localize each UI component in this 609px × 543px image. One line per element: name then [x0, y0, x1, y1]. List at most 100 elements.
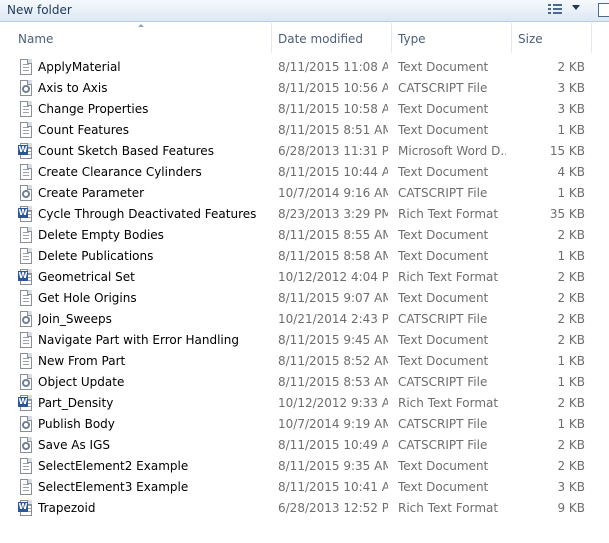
- column-header-name[interactable]: Name: [0, 23, 272, 53]
- preview-pane-icon[interactable]: [598, 3, 609, 17]
- column-header-size[interactable]: Size: [512, 23, 592, 53]
- file-row[interactable]: Publish Body 10/7/2014 9:19 AM CATSCRIPT F…: [0, 414, 609, 435]
- file-row[interactable]: Join_Sweeps 10/21/2014 2:43 PM CATSCRIPT F…: [0, 309, 609, 330]
- file-row[interactable]: Delete Empty Bodies 8/11/2015 8:55 AM Text…: [0, 225, 609, 246]
- file-type: Microsoft Word D...: [398, 144, 506, 158]
- file-type: Text Document: [398, 333, 489, 347]
- file-type: Rich Text Format: [398, 501, 499, 515]
- file-type: Text Document: [398, 102, 489, 116]
- file-name: Navigate Part with Error Handling: [38, 333, 239, 347]
- file-type: CATSCRIPT File: [398, 417, 488, 431]
- file-row[interactable]: Navigate Part with Error Handling 8/11/20…: [0, 330, 609, 351]
- file-row[interactable]: W Count Sketch Based Features 6/28/2013 11…: [0, 141, 609, 162]
- file-name: Axis to Axis: [38, 81, 108, 95]
- file-date-modified: 8/11/2015 10:41 AM: [278, 480, 388, 494]
- file-size: 15 KB: [549, 144, 585, 158]
- file-size: 4 KB: [557, 165, 585, 179]
- text-file-icon: [19, 479, 33, 496]
- file-size: 2 KB: [557, 228, 585, 242]
- file-size: 1 KB: [557, 249, 585, 263]
- file-name: Part_Density: [38, 396, 114, 410]
- file-size: 2 KB: [557, 60, 585, 74]
- file-type: CATSCRIPT File: [398, 375, 488, 389]
- file-date-modified: 8/23/2013 3:29 PM: [278, 207, 388, 221]
- file-date-modified: 6/28/2013 11:31 PM: [278, 144, 388, 158]
- file-row[interactable]: Create Parameter 10/7/2014 9:16 AM CATSCRI…: [0, 183, 609, 204]
- text-file-icon: [19, 353, 33, 370]
- text-file-icon: [19, 332, 33, 349]
- file-size: 1 KB: [557, 417, 585, 431]
- file-date-modified: 8/11/2015 10:58 AM: [278, 102, 388, 116]
- file-type: CATSCRIPT File: [398, 438, 488, 452]
- file-type: CATSCRIPT File: [398, 312, 488, 326]
- file-row[interactable]: W Trapezoid 6/28/2013 12:52 PM Rich Text Fo…: [0, 498, 609, 519]
- file-row[interactable]: New From Part 8/11/2015 8:52 AM Text Docum…: [0, 351, 609, 372]
- file-name: ApplyMaterial: [38, 60, 121, 74]
- file-date-modified: 6/28/2013 12:52 PM: [278, 501, 388, 515]
- file-name: Join_Sweeps: [38, 312, 112, 326]
- file-row[interactable]: Create Clearance Cylinders 8/11/2015 10:4…: [0, 162, 609, 183]
- file-date-modified: 8/11/2015 8:52 AM: [278, 354, 388, 368]
- script-file-icon: [19, 416, 33, 433]
- file-name: Delete Empty Bodies: [38, 228, 164, 242]
- file-type: Rich Text Format: [398, 396, 499, 410]
- file-name: SelectElement2 Example: [38, 459, 189, 473]
- word-document-icon: W: [18, 395, 33, 412]
- file-row[interactable]: Change Properties 8/11/2015 10:58 AM Text …: [0, 99, 609, 120]
- file-row[interactable]: Object Update 8/11/2015 8:53 AM CATSCRIPT …: [0, 372, 609, 393]
- text-file-icon: [19, 248, 33, 265]
- file-row[interactable]: Count Features 8/11/2015 8:51 AM Text Docu…: [0, 120, 609, 141]
- file-row[interactable]: Axis to Axis 8/11/2015 10:56 AM CATSCRIPT …: [0, 78, 609, 99]
- file-name: Cycle Through Deactivated Features: [38, 207, 257, 221]
- word-badge-icon: W: [18, 502, 28, 512]
- file-name: Count Features: [38, 123, 130, 137]
- file-row[interactable]: W Cycle Through Deactivated Features 8/23/…: [0, 204, 609, 225]
- file-size: 3 KB: [557, 102, 585, 116]
- column-header-row: Name Date modified Type Size: [0, 23, 609, 53]
- file-row[interactable]: ApplyMaterial 8/11/2015 11:08 AM Text Docu…: [0, 57, 609, 78]
- text-file-icon: [19, 101, 33, 118]
- file-type: Text Document: [398, 123, 489, 137]
- file-name: SelectElement3 Example: [38, 480, 189, 494]
- file-name: Delete Publications: [38, 249, 154, 263]
- file-name: Publish Body: [38, 417, 115, 431]
- script-file-icon: [19, 185, 33, 202]
- view-details-icon[interactable]: [546, 3, 566, 17]
- file-name: Trapezoid: [38, 501, 96, 515]
- file-size: 3 KB: [557, 81, 585, 95]
- file-size: 3 KB: [557, 480, 585, 494]
- column-header-type[interactable]: Type: [392, 23, 512, 53]
- file-name: New From Part: [38, 354, 126, 368]
- file-type: Text Document: [398, 354, 489, 368]
- file-name: Create Parameter: [38, 186, 145, 200]
- file-date-modified: 8/11/2015 8:55 AM: [278, 228, 388, 242]
- chevron-down-icon[interactable]: [572, 5, 580, 10]
- file-row[interactable]: W Geometrical Set 10/12/2012 4:04 PM Rich T…: [0, 267, 609, 288]
- sort-ascending-icon: [138, 24, 144, 27]
- new-folder-button[interactable]: New folder: [7, 3, 72, 17]
- file-row[interactable]: SelectElement2 Example 8/11/2015 9:35 AM T…: [0, 456, 609, 477]
- script-file-icon: [19, 437, 33, 454]
- file-row[interactable]: Save As IGS 8/11/2015 10:49 AM CATSCRIPT F…: [0, 435, 609, 456]
- file-date-modified: 10/12/2012 4:04 PM: [278, 270, 388, 284]
- column-header-date[interactable]: Date modified: [272, 23, 392, 53]
- script-file-icon: [19, 311, 33, 328]
- file-size: 1 KB: [557, 375, 585, 389]
- file-size: 1 KB: [557, 186, 585, 200]
- file-type: Text Document: [398, 60, 489, 74]
- file-row[interactable]: W Part_Density 10/12/2012 9:33 AM Rich Text…: [0, 393, 609, 414]
- file-row[interactable]: Delete Publications 8/11/2015 8:58 AM Text…: [0, 246, 609, 267]
- file-size: 2 KB: [557, 312, 585, 326]
- file-row[interactable]: SelectElement3 Example 8/11/2015 10:41 AM…: [0, 477, 609, 498]
- file-size: 2 KB: [557, 396, 585, 410]
- file-type: CATSCRIPT File: [398, 81, 488, 95]
- file-date-modified: 8/11/2015 8:53 AM: [278, 375, 388, 389]
- file-size: 2 KB: [557, 270, 585, 284]
- word-document-icon: W: [18, 206, 33, 223]
- file-date-modified: 8/11/2015 9:45 AM: [278, 333, 388, 347]
- file-size: 1 KB: [557, 123, 585, 137]
- file-row[interactable]: Get Hole Origins 8/11/2015 9:07 AM Text Do…: [0, 288, 609, 309]
- word-document-icon: W: [18, 269, 33, 286]
- word-badge-icon: W: [18, 208, 28, 218]
- file-size: 9 KB: [557, 501, 585, 515]
